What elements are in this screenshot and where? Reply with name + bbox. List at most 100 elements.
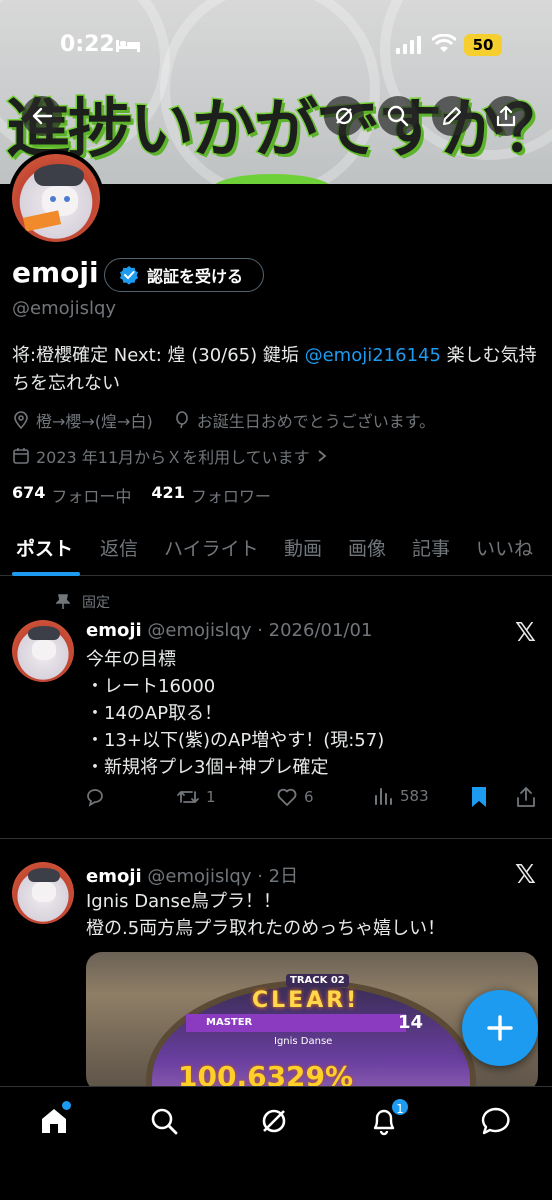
grok-icon (262, 1109, 286, 1133)
back-button[interactable] (22, 96, 62, 136)
calendar-icon (13, 448, 29, 464)
wifi-icon (432, 34, 456, 52)
battery-indicator: 50 (464, 34, 502, 56)
compose-post-button[interactable] (462, 990, 538, 1066)
following-label[interactable]: フォロー中 (51, 483, 131, 507)
nav-search[interactable] (146, 1103, 182, 1139)
profile-meta-row: 橙→櫻→(煌→白) お誕生日おめでとうございます。 (12, 408, 435, 432)
follow-stats: 674 フォロー中 421 フォロワー (12, 483, 271, 507)
followers-label[interactable]: フォロワー (191, 483, 271, 507)
post-handle-date[interactable]: @emojislqy · 2026/01/01 (147, 620, 372, 641)
bookmark-button[interactable] (470, 786, 488, 808)
status-time: 0:22 (60, 32, 115, 57)
cellular-signal-icon (396, 36, 421, 54)
profile-handle: @emojislqy (12, 298, 117, 319)
profile-name: emoji (12, 256, 99, 289)
post-share-button[interactable] (516, 786, 536, 808)
avatar-image (12, 154, 100, 242)
profile-bio: 将:橙櫻確定 Next: 煌 (30/65) 鍵垢 @emoji216145 楽… (12, 342, 540, 398)
tab-posts[interactable]: ポスト (16, 534, 73, 561)
post-line: ・新規将プレ3個+神プレ確定 (86, 757, 329, 778)
x-logo-icon[interactable]: 𝕏 (515, 860, 536, 890)
profile-tabs: ポスト 返信 ハイライト 動画 画像 記事 いいね (0, 520, 552, 576)
pencil-icon (443, 107, 461, 125)
post-avatar[interactable] (12, 862, 74, 924)
profile-joined-row[interactable]: 2023 年11月からＸを利用しています (12, 444, 328, 468)
arrow-left-icon (32, 107, 53, 125)
sleep-focus-icon (116, 40, 140, 52)
post-text: Ignis Danse鳥プラ！！ 橙の.5両方鳥プラ取れたのめっちゃ嬉しい！ (86, 888, 445, 942)
get-verified-label: 認証を受ける (147, 267, 244, 286)
bookmark-filled-icon (472, 787, 486, 807)
x-logo-icon[interactable]: 𝕏 (515, 618, 536, 648)
like-count: 6 (304, 788, 314, 806)
share-button[interactable] (486, 96, 526, 136)
grok-icon (335, 107, 353, 125)
views-button[interactable]: 583 (374, 786, 429, 806)
post-handle-date[interactable]: @emojislqy · 2日 (147, 866, 298, 887)
get-verified-button[interactable]: 認証を受ける (104, 258, 264, 292)
post-line: ・レート16000 (86, 676, 216, 697)
media-song-title: Ignis Danse (274, 1036, 333, 1047)
nav-home[interactable] (36, 1101, 72, 1139)
reply-icon (87, 789, 103, 807)
post-avatar[interactable] (12, 620, 74, 682)
post-actions: 1 6 583 (84, 786, 540, 814)
nav-messages[interactable] (478, 1103, 514, 1139)
nav-notifications[interactable]: 1 (366, 1097, 410, 1139)
post-line: Ignis Danse鳥プラ！！ (86, 891, 281, 912)
post-line: ・14のAP取る！ (86, 703, 223, 724)
post-header: emoji @emojislqy · 2日 (86, 862, 298, 888)
edit-button[interactable] (432, 96, 472, 136)
media-clear-text: CLEAR! (252, 988, 360, 1013)
pinned-label: 固定 (82, 595, 110, 611)
search-icon (151, 1108, 178, 1135)
pinned-indicator: 固定 (56, 592, 110, 612)
following-count[interactable]: 674 (12, 483, 45, 507)
heart-icon (277, 788, 297, 806)
bio-mention-link[interactable]: @emoji216145 (305, 345, 441, 366)
post-author-name[interactable]: emoji (86, 620, 142, 641)
plus-icon (487, 1015, 513, 1041)
pin-icon (56, 594, 70, 609)
post-line: 今年の目標 (86, 649, 176, 670)
chat-bubble-icon (481, 1107, 510, 1135)
chevron-right-icon (318, 450, 327, 462)
media-difficulty: MASTER (186, 1014, 406, 1032)
view-count: 583 (400, 787, 429, 805)
profile-avatar[interactable] (8, 150, 104, 246)
tab-highlights[interactable]: ハイライト (164, 534, 259, 561)
share-icon (496, 105, 516, 127)
repost-icon (177, 791, 199, 803)
status-bar: 0:22 50 (0, 28, 552, 64)
nav-grok[interactable] (256, 1103, 292, 1139)
tab-videos[interactable]: 動画 (284, 534, 322, 561)
profile-birthday: お誕生日おめでとうございます。 (196, 412, 436, 431)
tab-replies[interactable]: 返信 (100, 534, 138, 561)
views-chart-icon (375, 788, 392, 805)
post-divider (0, 838, 552, 839)
search-button[interactable] (378, 96, 418, 136)
post-header: emoji @emojislqy · 2026/01/01 (86, 620, 372, 641)
bottom-navigation: 1 (0, 1086, 552, 1200)
profile-location: 橙→櫻→(煌→白) (36, 412, 153, 431)
location-pin-icon (14, 411, 28, 429)
repost-button[interactable]: 1 (176, 786, 216, 808)
post-author-name[interactable]: emoji (86, 866, 142, 887)
balloon-icon (175, 411, 188, 429)
share-icon (517, 787, 535, 807)
reply-button[interactable] (84, 786, 106, 808)
tab-images[interactable]: 画像 (348, 534, 386, 561)
tab-articles[interactable]: 記事 (412, 534, 450, 561)
followers-count[interactable]: 421 (151, 483, 184, 507)
active-tab-indicator (12, 572, 80, 576)
search-icon (387, 105, 409, 127)
repost-count: 1 (206, 788, 216, 806)
tab-likes[interactable]: いいね (476, 534, 533, 561)
like-button[interactable]: 6 (276, 786, 314, 808)
post-line: ・13+以下(紫)のAP増やす！(現:57) (86, 730, 385, 751)
notifications-badge: 1 (390, 1097, 410, 1117)
grok-button[interactable] (324, 96, 364, 136)
media-track-label: TRACK 02 (286, 974, 349, 987)
media-level: 14 (398, 1012, 424, 1033)
